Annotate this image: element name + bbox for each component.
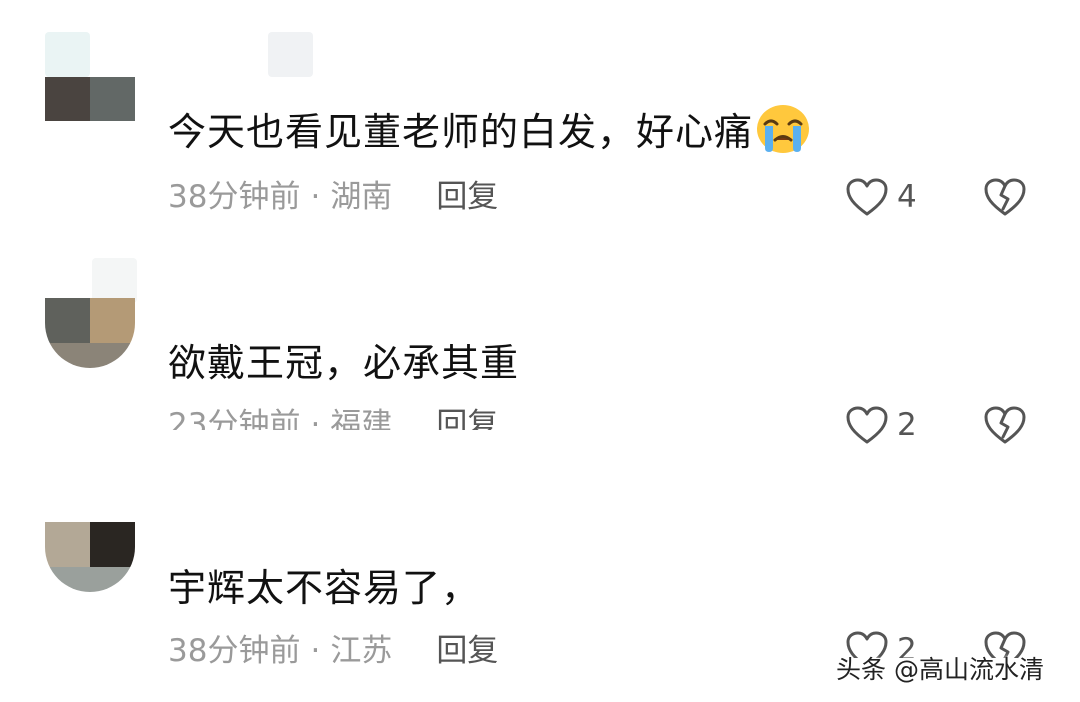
comment-text-row: 今天也看见董老师的白发，好心痛 [168,102,811,154]
watermark: 头条 @高山流水清 [836,655,1044,684]
like-count: 4 [897,179,917,215]
avatar[interactable] [45,298,135,368]
heart-icon [846,406,888,444]
like-button[interactable]: 2 [845,403,917,447]
comment-time: 38分钟前 [168,179,301,215]
comment-time: 23分钟前 [168,407,301,430]
comment-text-row: 宇辉太不容易了， [168,558,480,610]
comment-time: 38分钟前 [168,633,301,669]
avatar[interactable] [45,522,135,592]
reply-button[interactable]: 回复 [436,404,498,430]
crying-face-icon [757,105,810,153]
comment-location: 福建 [330,407,393,430]
avatar[interactable] [45,77,135,147]
dislike-button[interactable] [983,177,1027,221]
heart-icon [846,178,888,216]
meta-separator: · [310,179,321,215]
broken-heart-icon [984,178,1026,216]
avatar-blur [45,32,90,77]
like-count: 2 [897,407,917,443]
like-button[interactable]: 4 [845,175,917,219]
reply-button[interactable]: 回复 [436,176,498,218]
comment-location: 湖南 [330,179,393,215]
comment-meta: 38分钟前 · 江苏 回复 [168,630,498,672]
comment-meta: 23分钟前 · 福建 回复 [168,404,498,430]
reply-button[interactable]: 回复 [436,630,498,672]
dislike-button[interactable] [983,405,1027,449]
broken-heart-icon [984,406,1026,444]
comment-meta: 38分钟前 · 湖南 回复 [168,176,498,218]
comment-text: 宇辉太不容易了， [168,565,481,610]
meta-separator: · [310,633,321,669]
comment-text-row: 欲戴王冠，必承其重 [168,333,519,385]
comment-text: 欲戴王冠，必承其重 [168,340,520,385]
comment-text: 今天也看见董老师的白发，好心痛 [168,109,754,154]
username-blur [92,258,137,303]
comment-location: 江苏 [330,633,393,669]
username-blur [268,32,313,77]
meta-separator: · [310,407,321,430]
